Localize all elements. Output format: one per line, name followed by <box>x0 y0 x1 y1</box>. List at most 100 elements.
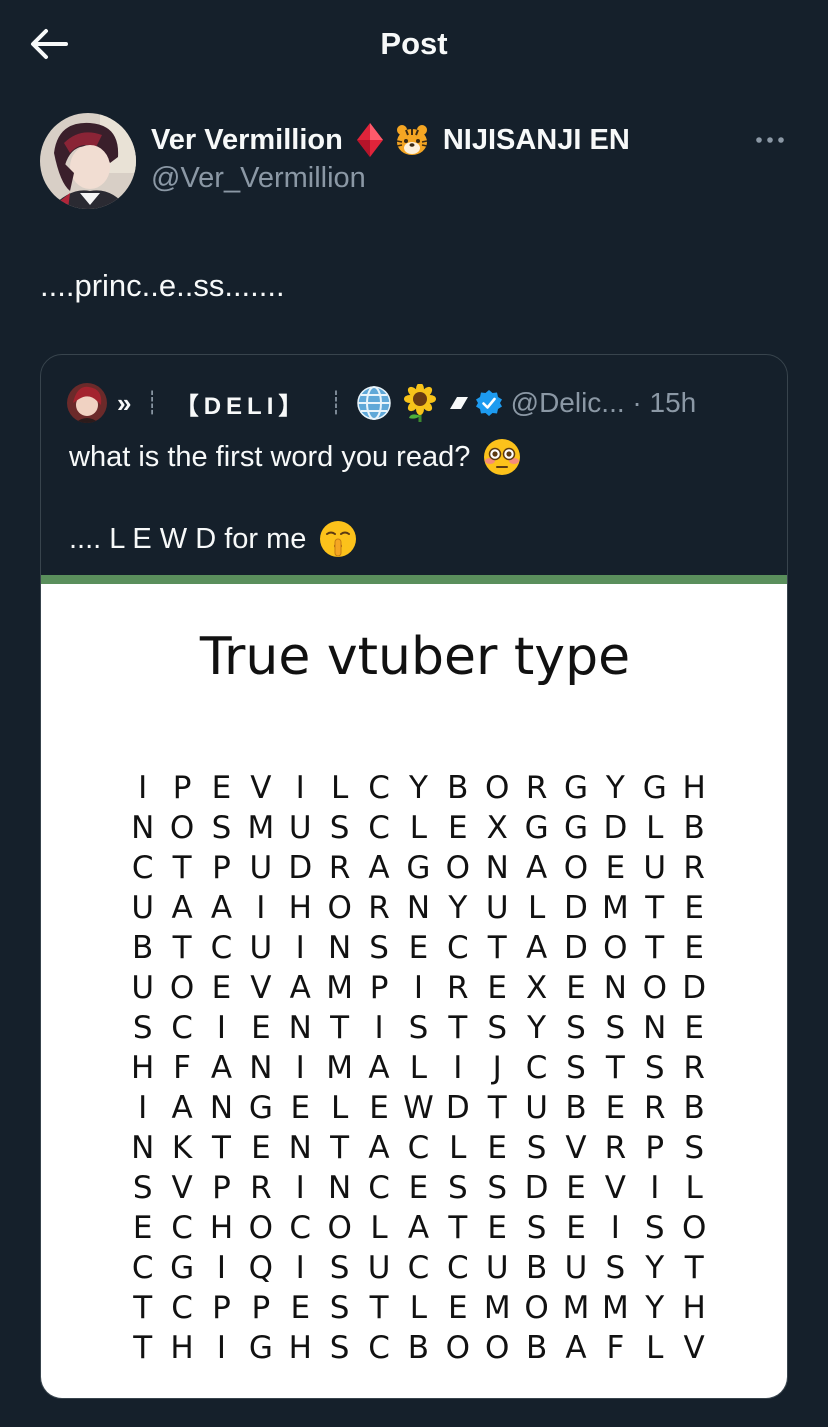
grid-row: CGIQISUCCUBUSYT <box>123 1248 714 1288</box>
grid-letter: C <box>171 1290 193 1326</box>
grid-letter: I <box>216 1330 227 1366</box>
grid-letter: B <box>683 1090 705 1126</box>
grid-letter: R <box>447 970 469 1006</box>
grid-letter: A <box>525 930 548 966</box>
grid-letter: N <box>406 890 431 926</box>
ellipsis-icon[interactable] <box>754 132 786 148</box>
grid-letter: X <box>486 810 508 846</box>
grid-letter: O <box>485 770 510 806</box>
grid-letter: O <box>603 930 628 966</box>
grid-letter: I <box>610 1210 620 1246</box>
quoted-avatar <box>67 383 107 423</box>
author-display-name[interactable]: Ver Vermillion <box>151 124 343 157</box>
grid-letter: P <box>251 1290 271 1326</box>
grid-letter: N <box>328 930 352 966</box>
grid-letter: N <box>288 1130 312 1166</box>
grid-letter: V <box>250 970 272 1006</box>
grid-letter: S <box>211 810 232 846</box>
grid-letter: S <box>132 1170 153 1206</box>
grid-letter: C <box>407 1130 430 1166</box>
grid-letter: S <box>329 1330 350 1366</box>
grid-letter: I <box>216 1010 227 1046</box>
grid-letter: A <box>210 1050 233 1086</box>
grid-letter: U <box>485 890 509 926</box>
grid-row: NOSMUSCLEXGGDLB <box>123 808 714 848</box>
grid-letter: H <box>209 1210 234 1246</box>
author-name-row[interactable]: Ver Vermillion NIJISANJI EN <box>151 120 630 160</box>
grid-letter: B <box>447 770 469 806</box>
avatar[interactable] <box>40 113 136 209</box>
author-affiliation: NIJISANJI EN <box>442 123 630 156</box>
grid-letter: O <box>445 1330 471 1366</box>
grid-letter: C <box>368 770 390 806</box>
grid-letter: O <box>485 1330 510 1366</box>
grid-letter: B <box>407 1330 430 1366</box>
grid-letter: P <box>212 850 231 886</box>
grid-row: BTCUINSECTADOTE <box>123 928 714 968</box>
grid-letter: P <box>212 1170 231 1206</box>
grid-letter: C <box>446 1250 469 1286</box>
grid-letter: P <box>369 970 389 1006</box>
grid-letter: R <box>328 850 351 886</box>
grid-letter: H <box>682 770 706 806</box>
quoted-post[interactable]: » ┊ 【DELI】 ┊ @Delic... · 15h what is the… <box>40 354 788 1399</box>
grid-letter: V <box>250 770 272 806</box>
grid-letter: S <box>566 1050 586 1086</box>
grid-letter: Q <box>248 1250 274 1286</box>
globe-emoji-icon <box>356 386 391 420</box>
author-handle[interactable]: @Ver_Vermillion <box>151 162 366 195</box>
grid-letter: U <box>131 890 155 926</box>
grid-letter: E <box>605 1090 626 1126</box>
grid-letter: M <box>247 810 275 846</box>
grid-letter: A <box>368 1130 390 1166</box>
quoted-display-name: 【DELI】 <box>174 392 308 420</box>
grid-letter: U <box>485 1250 509 1286</box>
grid-letter: P <box>645 1130 665 1166</box>
grid-letter: O <box>169 810 195 846</box>
grid-letter: T <box>172 930 192 966</box>
grid-letter: I <box>453 1050 463 1086</box>
grid-letter: U <box>643 850 667 886</box>
verified-badge-icon <box>475 390 502 416</box>
grid-letter: L <box>331 1090 349 1126</box>
grid-letter: S <box>644 1050 665 1086</box>
grid-letter: L <box>449 1130 467 1166</box>
grid-letter: G <box>248 1090 273 1126</box>
grid-letter: A <box>368 1050 390 1086</box>
grid-letter: E <box>684 890 704 926</box>
grid-letter: E <box>408 930 429 966</box>
grid-letter: M <box>562 1290 590 1326</box>
grid-letter: B <box>525 1250 548 1286</box>
grid-letter: O <box>445 850 471 886</box>
grid-letter: D <box>564 930 588 966</box>
grid-letter: O <box>327 1210 352 1246</box>
grid-letter: A <box>289 970 311 1006</box>
grid-letter: A <box>210 890 233 926</box>
grid-letter: S <box>487 1170 508 1206</box>
grid-letter: E <box>211 970 232 1006</box>
grid-letter: T <box>487 930 507 966</box>
shushing-face-emoji-icon <box>320 521 357 557</box>
quoted-name-divider: ┊ <box>145 390 159 415</box>
grid-letter: H <box>682 1290 706 1326</box>
grid-letter: N <box>485 850 509 886</box>
quoted-name-divider-2: ┊ <box>329 390 343 415</box>
grid-letter: F <box>606 1330 625 1366</box>
grid-letter: I <box>256 890 266 926</box>
attached-image[interactable]: True vtuber type IPEVILCYBORGYGHNOSMUSCL… <box>41 575 787 1398</box>
grid-letter: N <box>131 810 155 846</box>
grid-letter: D <box>564 890 588 926</box>
grid-row: TCPPESTLEMOMMYH <box>123 1288 714 1328</box>
grid-letter: S <box>526 1210 547 1246</box>
quoted-name-raquo: » <box>117 387 132 418</box>
grid-letter: S <box>408 1010 429 1046</box>
grid-letter: T <box>369 1290 389 1326</box>
grid-letter: L <box>409 810 428 846</box>
grid-letter: G <box>248 1330 273 1366</box>
grid-letter: I <box>295 1250 305 1286</box>
word-search-grid: IPEVILCYBORGYGHNOSMUSCLEXGGDLBCTPUDRAGON… <box>123 768 714 1368</box>
grid-letter: E <box>566 1210 586 1246</box>
grid-letter: H <box>170 1330 194 1366</box>
grid-letter: S <box>605 1010 626 1046</box>
wedge-glyph-icon <box>449 397 468 409</box>
